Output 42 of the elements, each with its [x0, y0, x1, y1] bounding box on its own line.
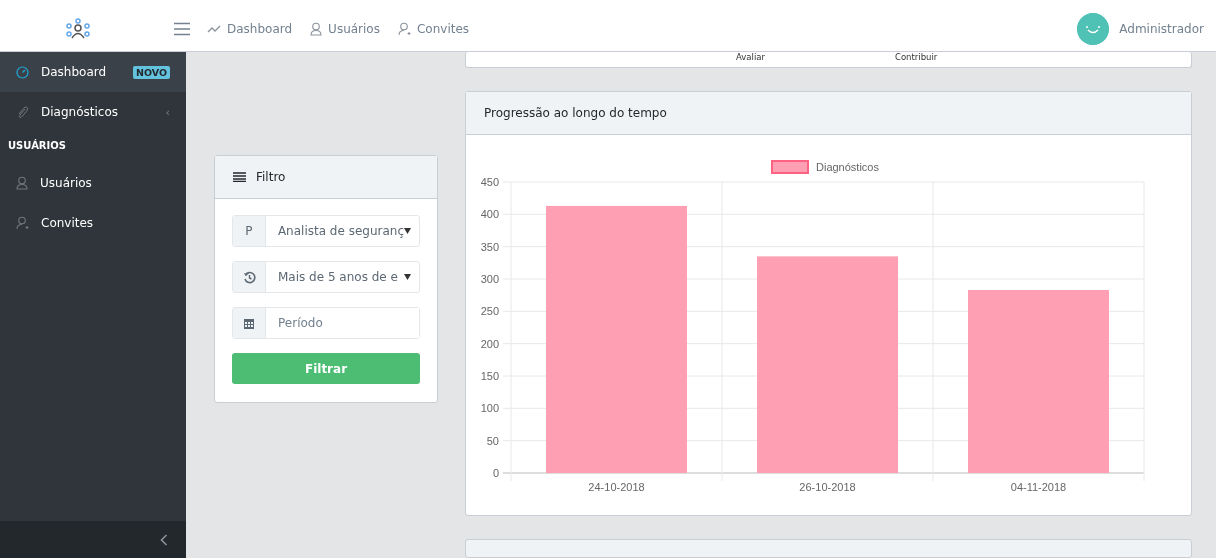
gauge-icon: [16, 65, 29, 79]
card-title: Filtro: [256, 170, 286, 184]
nav-link[interactable]: Usuários: [328, 21, 380, 36]
axis-tick-label: 50: [486, 434, 499, 447]
axis-tick-label: 400: [480, 207, 499, 220]
axis-tick-label: 0: [492, 466, 499, 479]
axis-tick-label: 300: [480, 272, 499, 285]
sidebar-item[interactable]: Diagnósticos ‹: [0, 92, 186, 132]
axis-tick-label: 200: [480, 337, 499, 350]
sidebar-item[interactable]: Dashboard NOVO: [0, 52, 186, 92]
axis-tick-label: 24-10-2018: [588, 480, 645, 493]
user-icon: [16, 176, 28, 190]
calendar-icon: [243, 316, 255, 330]
axis-tick-label: 04-11-2018: [1010, 480, 1067, 493]
menu-icon[interactable]: [173, 21, 191, 36]
axis-tick-label: 100: [480, 401, 499, 414]
input-field[interactable]: Período: [232, 307, 420, 339]
card-title: Progressão ao longo do tempo: [484, 105, 667, 120]
axis-tick-label: 350: [480, 240, 499, 253]
sidebar-item[interactable]: Convites: [0, 203, 186, 243]
sidebar-heading: USUÁRIOS: [7, 138, 67, 153]
chart-legend[interactable]: Diagnósticos: [771, 159, 879, 174]
chart-label: Avaliar: [736, 52, 765, 64]
new-badge: NOVO: [132, 65, 170, 79]
axis-tick-label: 250: [480, 304, 499, 317]
axis-tick-label: 26-10-2018: [799, 480, 856, 493]
user-plus-icon: [16, 216, 29, 230]
trend-icon: [207, 23, 221, 34]
avatar-icon[interactable]: [1077, 12, 1110, 45]
user-name[interactable]: Administrador: [1119, 21, 1204, 36]
chart-label: Contribuir: [895, 52, 938, 64]
nav-link[interactable]: Dashboard: [227, 21, 293, 36]
axis-tick-label: 150: [480, 369, 499, 382]
paperclip-icon: [16, 105, 29, 119]
logo-icon: [64, 17, 91, 40]
list-icon: [233, 172, 246, 182]
user-plus-icon: [397, 21, 411, 36]
nav-link[interactable]: Convites: [416, 21, 470, 36]
axis-tick-label: 450: [480, 175, 499, 188]
collapse-icon[interactable]: [160, 533, 168, 546]
user-icon: [310, 21, 323, 36]
sidebar-item[interactable]: Usuários: [0, 163, 186, 203]
